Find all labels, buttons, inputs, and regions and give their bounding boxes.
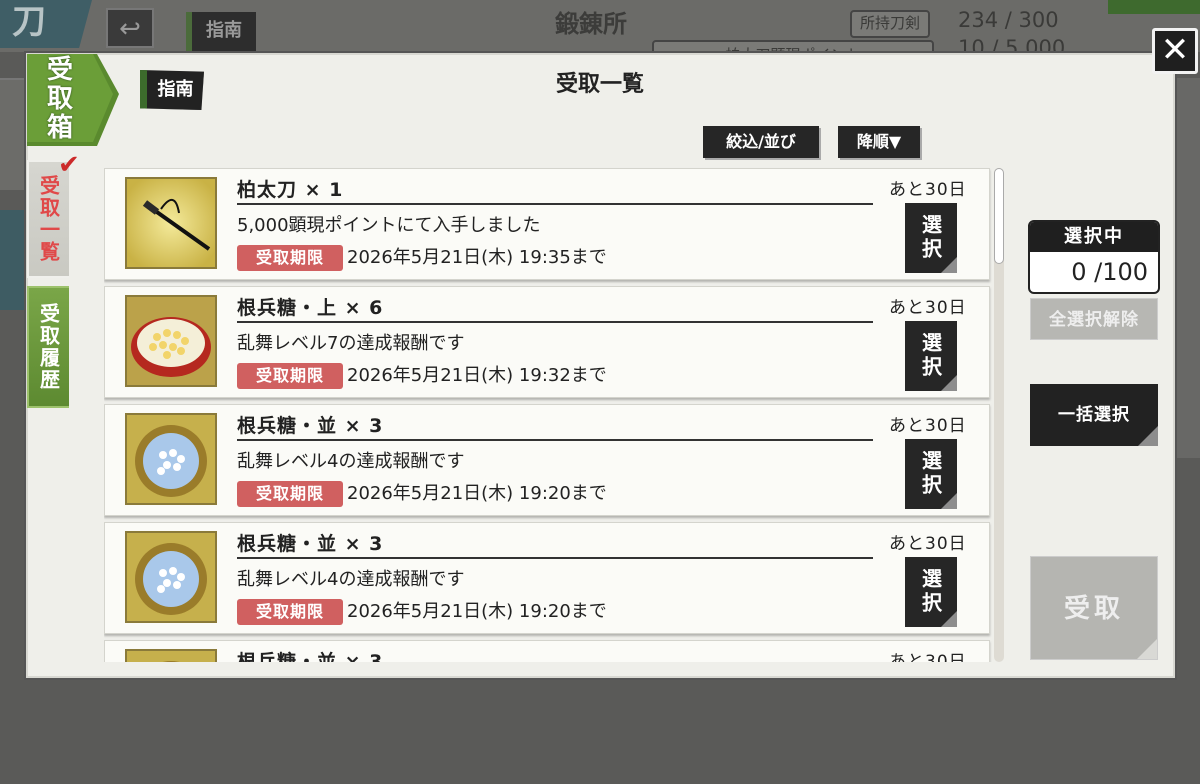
bulk-select-button[interactable]: 一括選択 xyxy=(1030,384,1158,446)
receive-box-label: 受取箱 xyxy=(27,54,119,146)
deadline-badge: 受取期限 xyxy=(237,363,343,389)
receive-box-title: 受取箱 xyxy=(46,55,73,143)
remaining-days: あと30日 xyxy=(889,416,967,436)
deselect-all-button[interactable]: 全選択解除 xyxy=(1030,298,1158,340)
remaining-days: あと30日 xyxy=(889,652,967,662)
tab-receive-history[interactable]: 受取履歴 xyxy=(27,286,69,408)
sword-tab: 刀 xyxy=(0,0,92,48)
background-left-card xyxy=(0,210,26,310)
background-green-strip xyxy=(1108,0,1200,14)
remaining-days: あと30日 xyxy=(889,180,967,200)
deadline-date: 2026年5月21日(木) 19:32まで xyxy=(347,365,607,386)
candy-basket-icon xyxy=(125,649,217,662)
list-item: 柏太刀 × 1 5,000顕現ポイントにて入手しました 受取期限 2026年5月… xyxy=(104,168,990,280)
select-button[interactable]: 選択 xyxy=(905,557,957,627)
select-button[interactable]: 選択 xyxy=(905,203,957,273)
guide-button[interactable]: 指南 xyxy=(140,70,204,110)
owned-swords-count: 234 / 300 xyxy=(958,8,1059,32)
list-item: 根兵糖・並 × 3 あと30日 xyxy=(104,640,990,662)
deadline-badge: 受取期限 xyxy=(237,599,343,625)
background-right-card xyxy=(1176,78,1200,458)
deadline-date: 2026年5月21日(木) 19:20まで xyxy=(347,483,607,504)
close-icon[interactable]: ✕ xyxy=(1152,28,1198,74)
selection-count: 0 /100 xyxy=(1071,258,1148,286)
manifest-point-count: 10 / 5,000 xyxy=(958,36,1066,54)
background-title: 鍛錬所 xyxy=(555,9,627,38)
scrollbar[interactable] xyxy=(994,168,1004,662)
candy-basket-icon xyxy=(125,413,217,505)
select-button[interactable]: 選択 xyxy=(905,439,957,509)
owned-swords-label: 所持刀剣 xyxy=(850,10,931,38)
item-name: 根兵糖・並 × 3 xyxy=(237,529,873,559)
item-description: 乱舞レベル4の達成報酬です xyxy=(237,569,465,590)
item-name: 根兵糖・並 × 3 xyxy=(237,647,873,662)
candy-plate-icon xyxy=(125,295,217,387)
list-item: 根兵糖・並 × 3 乱舞レベル4の達成報酬です 受取期限 2026年5月21日(… xyxy=(104,404,990,516)
list-item: 根兵糖・上 × 6 乱舞レベル7の達成報酬です 受取期限 2026年5月21日(… xyxy=(104,286,990,398)
select-button[interactable]: 選択 xyxy=(905,321,957,391)
item-description: 5,000顕現ポイントにて入手しました xyxy=(237,215,541,236)
list-item: 根兵糖・並 × 3 乱舞レベル4の達成報酬です 受取期限 2026年5月21日(… xyxy=(104,522,990,634)
scrollbar-thumb[interactable] xyxy=(994,168,1004,264)
item-name: 根兵糖・上 × 6 xyxy=(237,293,873,323)
item-name: 柏太刀 × 1 xyxy=(237,175,873,205)
remaining-days: あと30日 xyxy=(889,534,967,554)
receive-button[interactable]: 受取 xyxy=(1030,556,1158,660)
deadline-date: 2026年5月21日(木) 19:35まで xyxy=(347,247,607,268)
deadline-date: 2026年5月21日(木) 19:20まで xyxy=(347,601,607,622)
item-description: 乱舞レベル4の達成報酬です xyxy=(237,451,465,472)
sword-icon xyxy=(125,177,217,269)
tab-receive-history-label: 受取履歴 xyxy=(36,303,61,391)
background-left-card xyxy=(0,78,26,190)
selection-counter-title: 選択中 xyxy=(1030,222,1158,252)
checkmark-icon: ✔ xyxy=(58,150,80,180)
return-icon: ↩ xyxy=(106,8,154,48)
remaining-days: あと30日 xyxy=(889,298,967,318)
tab-receive-list-label: 受取一覧 xyxy=(36,175,61,263)
background-guide-button: 指南 xyxy=(186,12,256,52)
candy-basket-icon xyxy=(125,531,217,623)
item-description: 乱舞レベル7の達成報酬です xyxy=(237,333,465,354)
deadline-badge: 受取期限 xyxy=(237,245,343,271)
selection-counter: 選択中 0 /100 xyxy=(1028,220,1160,294)
item-name: 根兵糖・並 × 3 xyxy=(237,411,873,441)
receive-list[interactable]: 柏太刀 × 1 5,000顕現ポイントにて入手しました 受取期限 2026年5月… xyxy=(104,166,992,662)
filter-sort-button[interactable]: 絞込/並び xyxy=(703,126,819,158)
deadline-badge: 受取期限 xyxy=(237,481,343,507)
page-title: 受取一覧 xyxy=(555,71,644,97)
sort-order-button[interactable]: 降順▼ xyxy=(838,126,920,158)
